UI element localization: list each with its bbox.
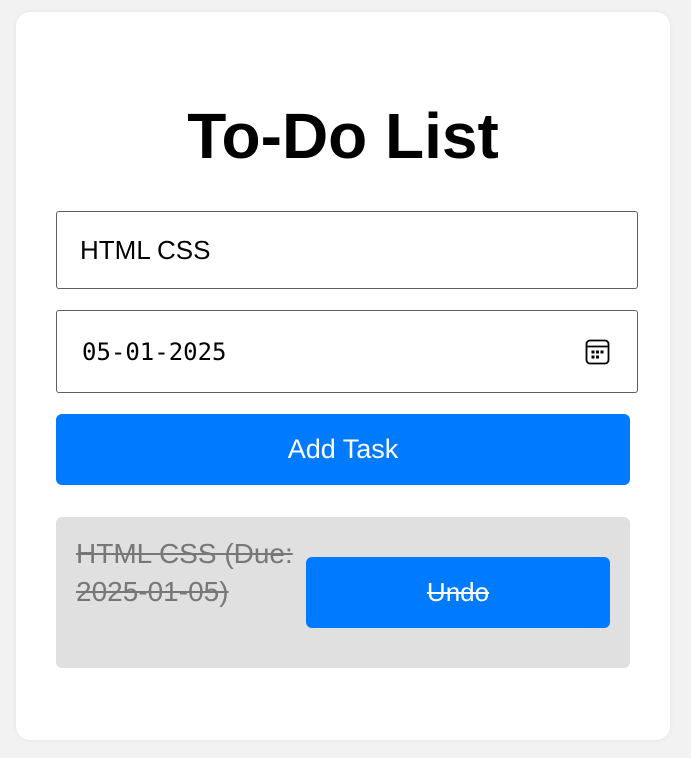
- undo-button[interactable]: Undo: [306, 557, 610, 628]
- due-date-input[interactable]: 05-01-2025: [56, 310, 638, 393]
- todo-card: To-Do List 05-01-2025 Add Task HTML CSS …: [16, 12, 670, 740]
- task-item: HTML CSS (Due: 2025-01-05) Undo: [56, 517, 630, 668]
- due-date-value: 05-01-2025: [82, 338, 227, 366]
- add-task-button[interactable]: Add Task: [56, 414, 630, 485]
- task-input[interactable]: [56, 211, 638, 289]
- page-title: To-Do List: [187, 100, 499, 172]
- task-text: HTML CSS (Due: 2025-01-05): [76, 538, 293, 607]
- calendar-icon[interactable]: [585, 339, 610, 365]
